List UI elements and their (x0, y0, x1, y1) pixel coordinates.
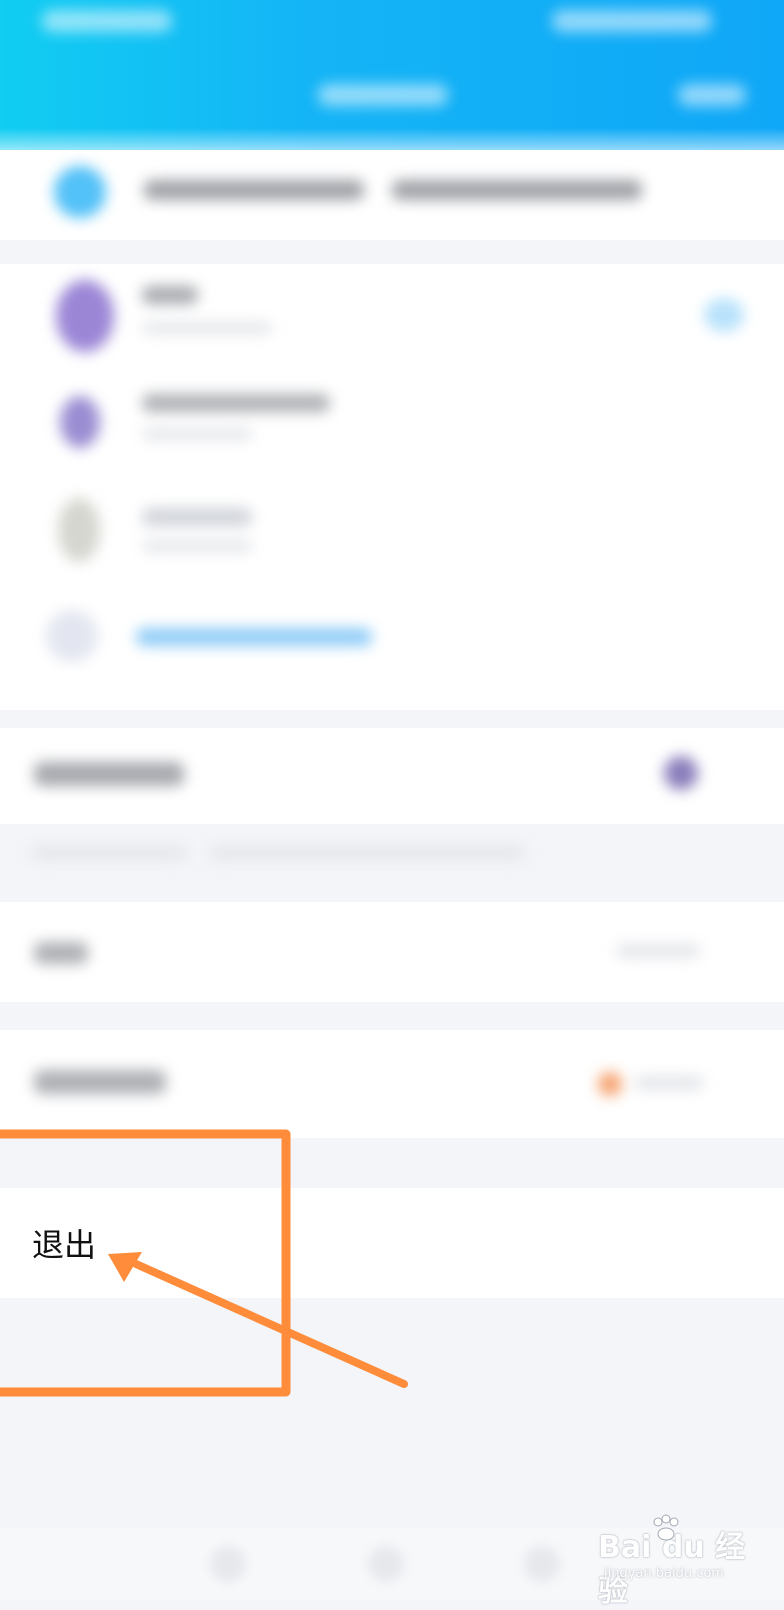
status-bar-right (552, 10, 712, 32)
header-title (318, 84, 448, 106)
add-account-link[interactable] (136, 628, 372, 646)
notice-text (144, 180, 364, 200)
account-name-3 (142, 508, 252, 526)
account-name (142, 286, 198, 304)
section-hint-2 (210, 846, 524, 860)
settings-row-1-label (34, 762, 184, 786)
settings-row-3-value (634, 1076, 704, 1090)
check-icon[interactable] (704, 298, 744, 332)
status-bar-left (42, 10, 172, 32)
nav-tab-1[interactable] (210, 1546, 246, 1582)
account-name-2 (142, 394, 330, 412)
account-detail-3 (142, 540, 252, 552)
notice-icon (54, 166, 106, 218)
logout-row[interactable] (0, 1188, 784, 1298)
account-avatar (56, 280, 114, 352)
logout-button[interactable]: 退出 (32, 1220, 96, 1266)
paw-icon (653, 1514, 679, 1541)
notice-text-2 (392, 180, 642, 200)
nav-tab-2[interactable] (368, 1546, 404, 1582)
section-hint (32, 846, 186, 860)
add-account-icon (46, 610, 98, 662)
settings-row-3-badge (598, 1072, 622, 1096)
settings-row-2-value (616, 944, 700, 958)
account-detail-2 (142, 428, 252, 440)
settings-row-3-label (34, 1070, 166, 1094)
account-avatar-3 (58, 498, 100, 562)
header-action[interactable] (678, 84, 746, 106)
account-list (0, 264, 784, 710)
account-avatar-2 (60, 396, 100, 448)
watermark-url: jingyan.baidu.com (604, 1566, 724, 1581)
account-detail (142, 322, 272, 334)
settings-row-1-avatar (664, 756, 698, 790)
nav-tab-3[interactable] (524, 1546, 560, 1582)
settings-row-2-label (34, 942, 88, 964)
